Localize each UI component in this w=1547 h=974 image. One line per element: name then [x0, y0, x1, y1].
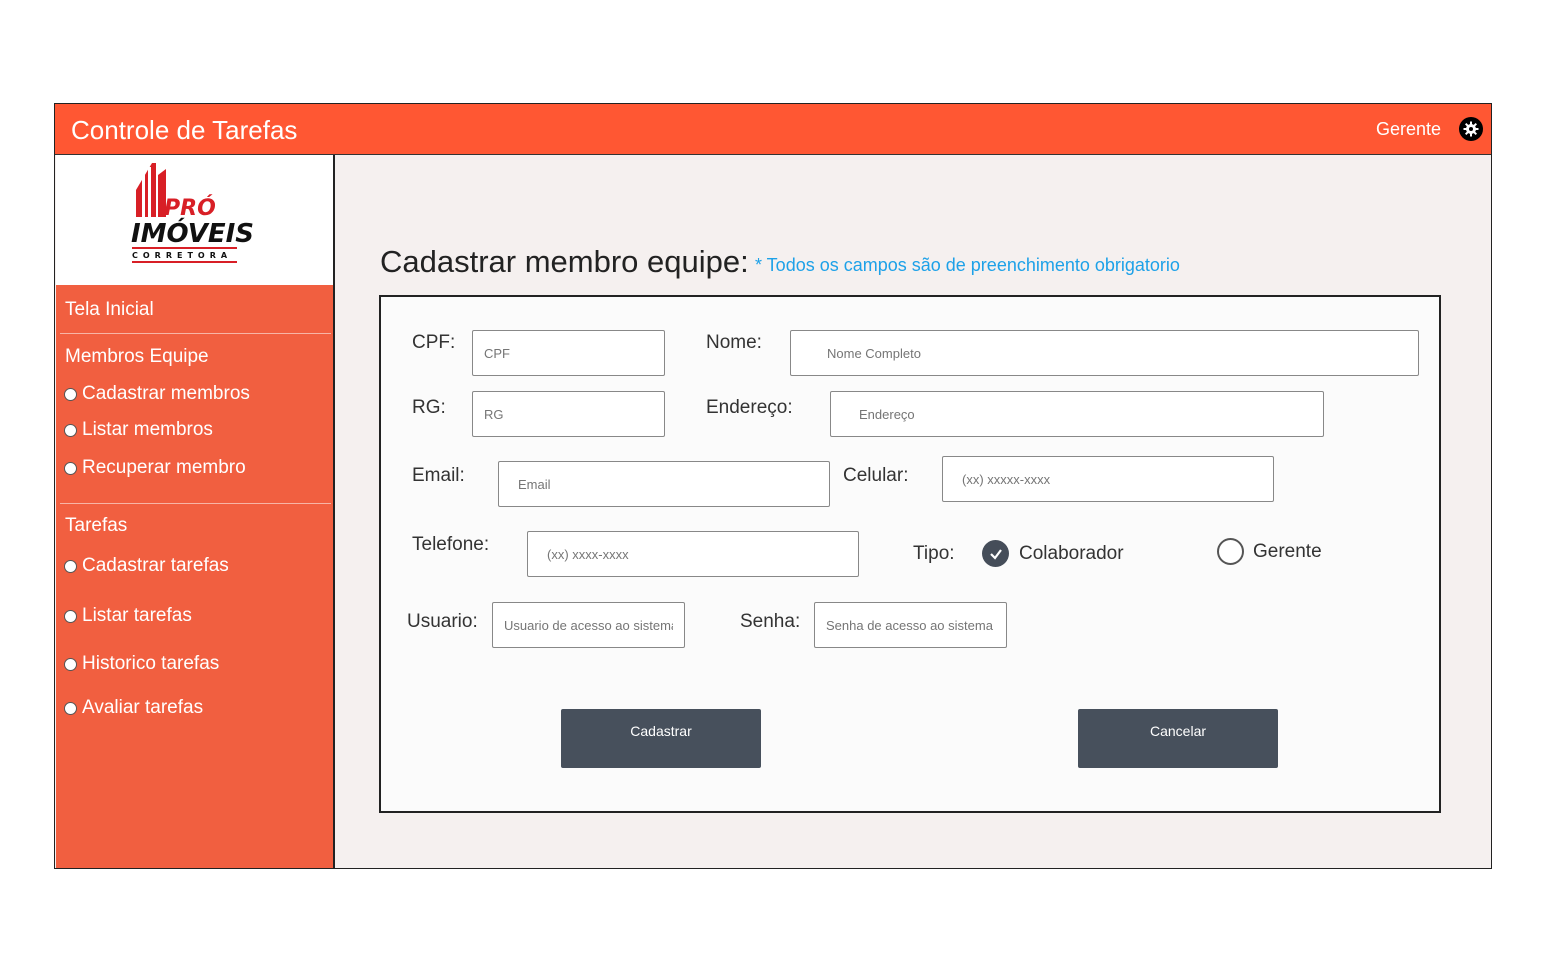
- nav-item-label: Historico tarefas: [82, 653, 220, 674]
- nav-item-label: Cadastrar membros: [82, 383, 250, 404]
- celular-input[interactable]: [942, 456, 1274, 502]
- nav-home[interactable]: Tela Inicial: [65, 299, 154, 321]
- nav-item-label: Avaliar tarefas: [82, 697, 204, 718]
- nav-recuperar-membro[interactable]: Recuperar membro: [64, 457, 246, 479]
- telefone-input[interactable]: [527, 531, 859, 577]
- usuario-label: Usuario:: [407, 611, 478, 632]
- endereco-input[interactable]: [830, 391, 1324, 437]
- company-logo: PRÓ IMÓVEIS CORRETORA: [56, 155, 333, 285]
- cpf-label: CPF:: [412, 332, 456, 353]
- logo-line2: IMÓVEIS: [131, 217, 254, 249]
- email-input[interactable]: [498, 461, 830, 507]
- tipo-label: Tipo:: [913, 543, 955, 564]
- senha-label: Senha:: [740, 611, 801, 632]
- app-window: Controle de Tarefas Gerente PRÓ IMÓVEIS …: [54, 103, 1492, 869]
- gerente-option-label[interactable]: Gerente: [1253, 541, 1322, 563]
- colaborador-radio[interactable]: [982, 540, 1009, 567]
- nome-input[interactable]: [790, 330, 1419, 376]
- nav-item-label: Cadastrar tarefas: [82, 555, 229, 576]
- cadastrar-button[interactable]: Cadastrar: [561, 709, 761, 768]
- rg-input[interactable]: [472, 391, 665, 437]
- bullet-icon: [64, 423, 77, 437]
- senha-input[interactable]: [814, 602, 1007, 648]
- telefone-label: Telefone:: [412, 534, 490, 555]
- nav-cadastrar-tarefas[interactable]: Cadastrar tarefas: [64, 555, 229, 577]
- bullet-icon: [64, 609, 77, 623]
- usuario-input[interactable]: [492, 602, 685, 648]
- page-title: Cadastrar membro equipe:: [380, 244, 749, 279]
- nav-listar-membros[interactable]: Listar membros: [64, 419, 213, 441]
- bullet-icon: [64, 701, 77, 715]
- nav-item-label: Recuperar membro: [82, 457, 246, 478]
- bullet-icon: [64, 387, 77, 401]
- divider: [60, 503, 331, 504]
- email-label: Email:: [412, 465, 465, 486]
- cancelar-button[interactable]: Cancelar: [1078, 709, 1278, 768]
- nav-historico-tarefas[interactable]: Historico tarefas: [64, 653, 219, 675]
- bullet-icon: [64, 559, 77, 573]
- gear-icon[interactable]: [1459, 117, 1483, 141]
- sidebar: PRÓ IMÓVEIS CORRETORA Tela Inicial Membr…: [56, 155, 335, 868]
- top-bar: Controle de Tarefas Gerente: [55, 104, 1491, 155]
- app-title: Controle de Tarefas: [71, 115, 298, 145]
- nav-tasks-section: Tarefas: [65, 515, 128, 536]
- bullet-icon: [64, 657, 77, 671]
- logo-line1: PRÓ: [164, 195, 216, 221]
- endereco-label: Endereço:: [706, 397, 793, 418]
- logo-line3: CORRETORA: [132, 251, 232, 260]
- rg-label: RG:: [412, 397, 446, 418]
- nav-item-label: Listar tarefas: [82, 605, 192, 626]
- celular-label: Celular:: [843, 465, 909, 486]
- nav-item-label: Listar membros: [82, 419, 213, 440]
- bullet-icon: [64, 461, 77, 475]
- cpf-input[interactable]: [472, 330, 665, 376]
- nav-cadastrar-membros[interactable]: Cadastrar membros: [64, 383, 250, 405]
- nav-listar-tarefas[interactable]: Listar tarefas: [64, 605, 192, 627]
- gerente-radio[interactable]: [1217, 538, 1244, 565]
- nav-avaliar-tarefas[interactable]: Avaliar tarefas: [64, 697, 203, 719]
- user-menu[interactable]: Gerente: [1376, 119, 1441, 140]
- nome-label: Nome:: [706, 332, 762, 353]
- divider: [60, 333, 331, 334]
- required-note: * Todos os campos são de preenchimento o…: [755, 255, 1180, 275]
- member-form: CPF: Nome: RG: Endereço: Email: Celular:…: [379, 295, 1441, 813]
- nav-members-section: Membros Equipe: [65, 346, 209, 367]
- check-icon: [989, 548, 1002, 560]
- colaborador-option-label[interactable]: Colaborador: [1019, 543, 1124, 565]
